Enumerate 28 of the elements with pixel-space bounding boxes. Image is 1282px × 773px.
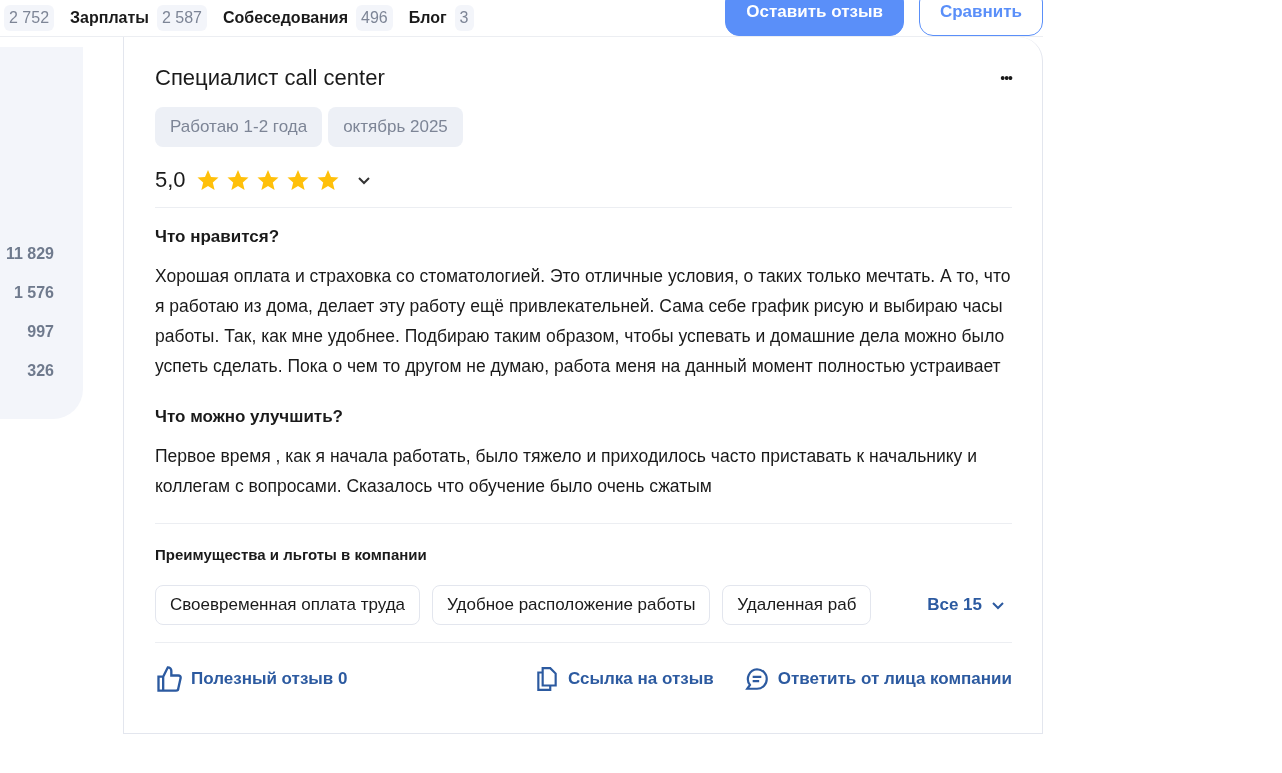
nav-link[interactable]: Блог <box>408 8 447 27</box>
useful-link[interactable]: Полезный отзыв 0 <box>155 665 348 693</box>
count-text: 1 576 <box>13 284 54 303</box>
count-badge: 496 <box>356 4 393 31</box>
count-badge: 3 <box>454 4 474 31</box>
rating-value: 5,0 <box>155 167 186 193</box>
count-badge: 2 752 <box>4 4 55 31</box>
reply-link[interactable]: Ответить от лица компании <box>743 666 1012 692</box>
benefit-tag: Удаленная раб <box>722 585 872 625</box>
nav-link[interactable]: Собеседования <box>223 8 348 27</box>
count-text: 326 <box>27 362 54 381</box>
benefits-title: Преимущества и льготы в компании <box>155 523 1012 563</box>
show-all-button[interactable]: Все 15 <box>927 595 1012 615</box>
benefit-tag: Удобное расположение работы <box>432 585 711 625</box>
more-button[interactable]: ••• <box>1000 70 1012 86</box>
nav-link[interactable]: Зарплаты <box>70 8 149 27</box>
benefit-tag: Своевременная оплата труда <box>155 585 421 625</box>
section-heading: Что можно улучшить? <box>155 407 344 427</box>
tag: Работаю 1-2 года <box>155 107 323 147</box>
review-title: Специалист call center <box>155 65 385 91</box>
count-badge: 2 587 <box>156 4 207 31</box>
review-text: Первое время , как я начала работать, было тяжело и приходилось часто приставать к начальнику и коллегам с вопросами. Сказалось что обучение было очень сжатым <box>155 445 978 498</box>
section-heading: Что нравится? <box>155 227 281 247</box>
review-text: Хорошая оплата и страховка со стоматологией. Это отличные условия, о таких только мечтать. А то, что я работаю из дома, делает эту работу ещё привлекательней. Сама себе график рисую и выбираю часы работы. Так, как мне удобнее. Подбираю таким образом, чтобы успевать и домашние дела можно было успеть сделать. Пока о чем то другом не думаю, работа меня на данный момент полностью устраивает <box>155 265 1012 378</box>
tag: октябрь 2025 <box>328 107 463 147</box>
count-text: 997 <box>27 323 54 342</box>
review-link[interactable]: Ссылка на отзыв <box>534 666 714 692</box>
count-text: 11 829 <box>5 245 54 264</box>
